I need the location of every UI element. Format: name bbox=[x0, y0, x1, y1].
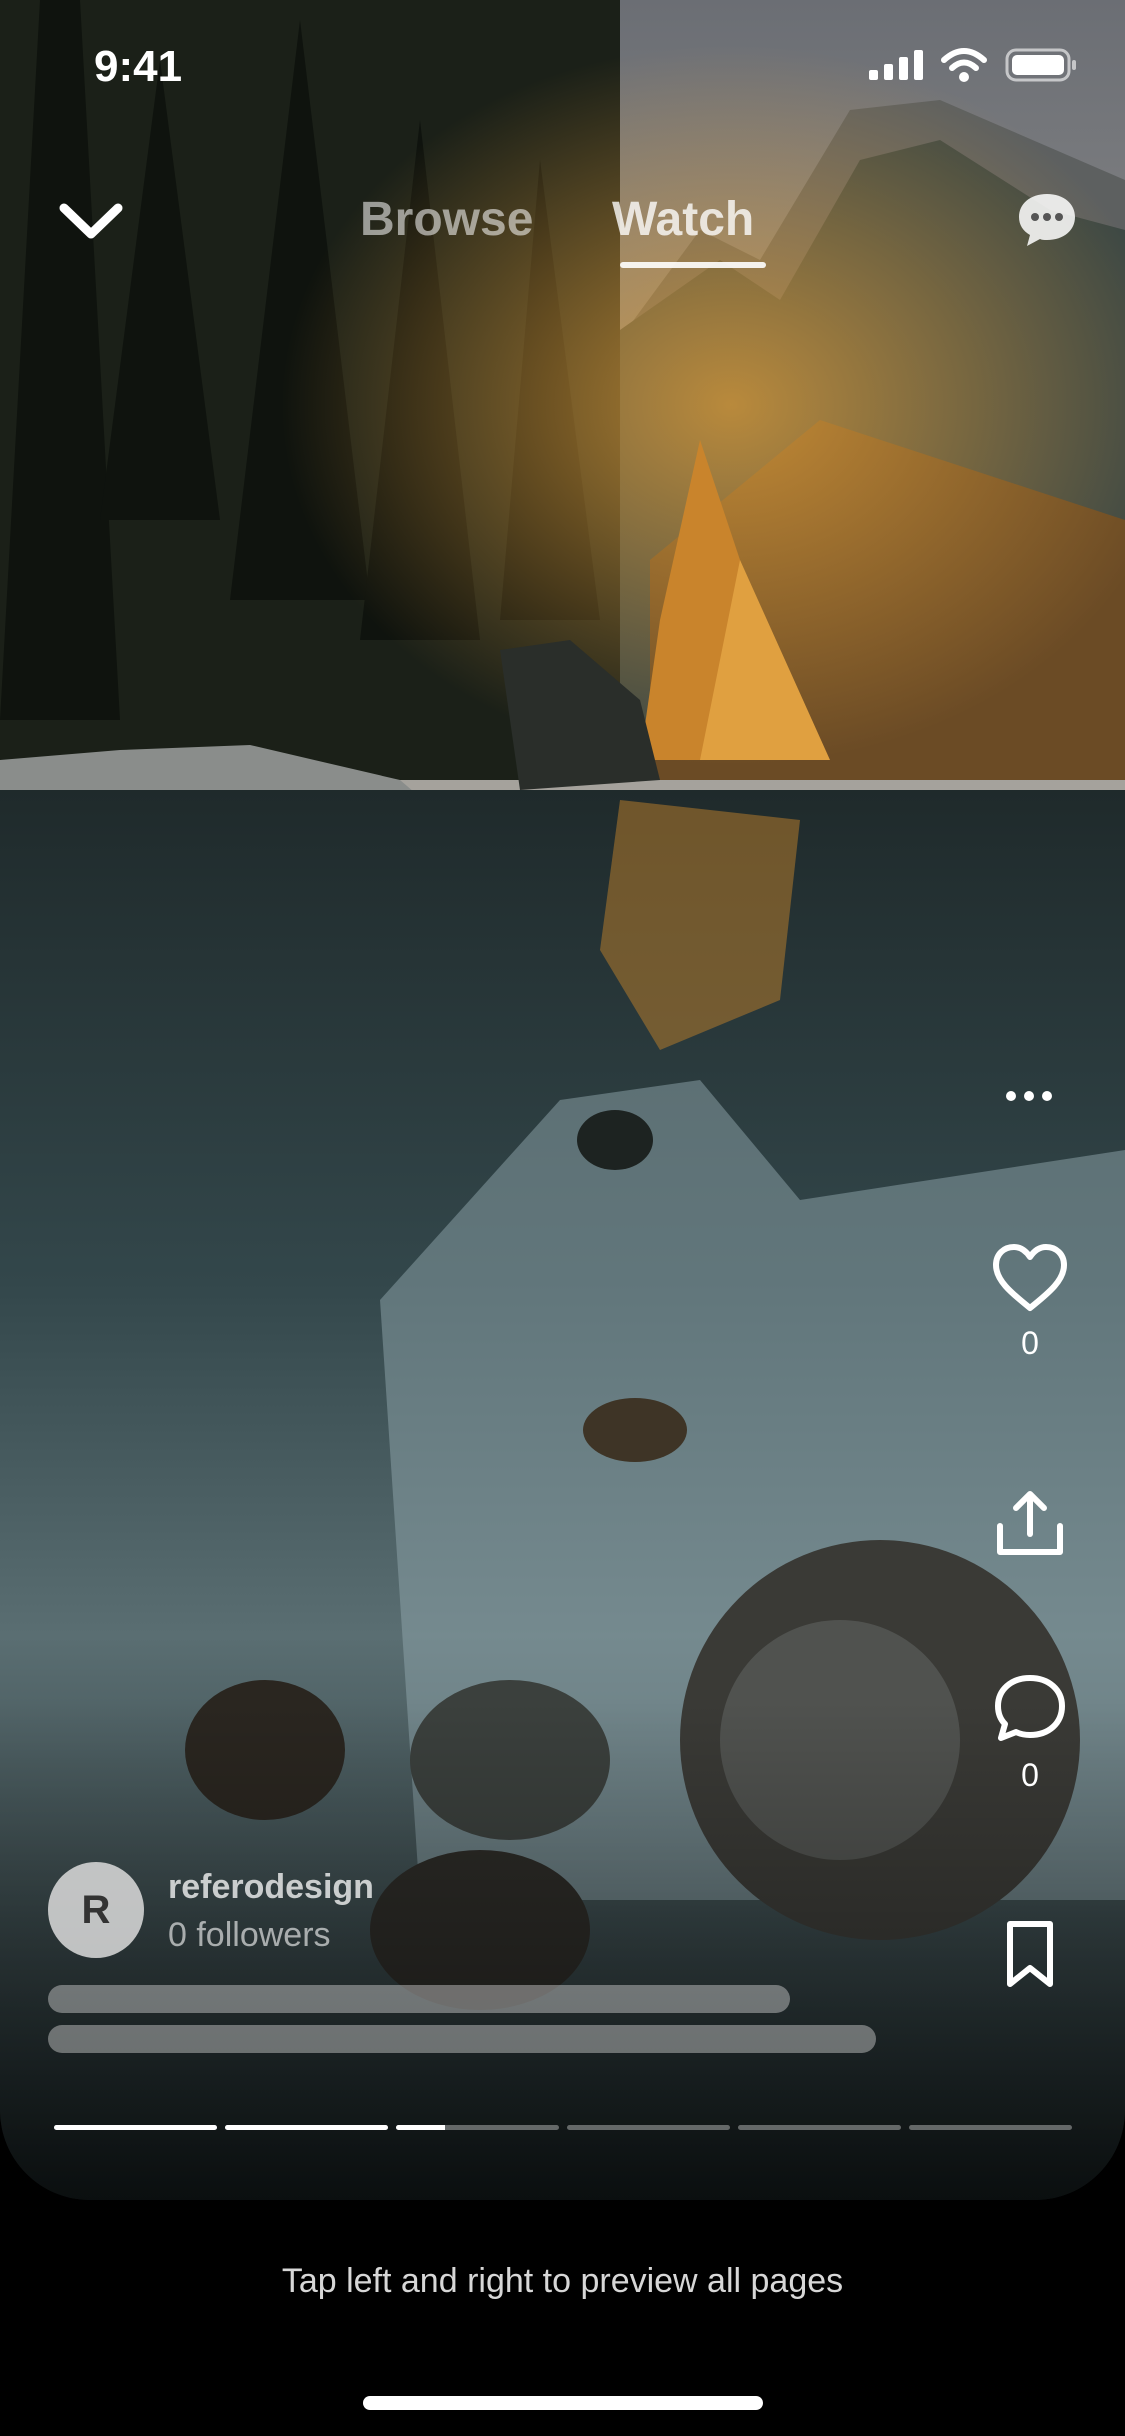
battery-icon bbox=[1005, 48, 1076, 82]
progress-segment-fill bbox=[396, 2125, 445, 2130]
bookmark-icon[interactable] bbox=[990, 1920, 1070, 1988]
page-progress bbox=[54, 2125, 1072, 2130]
progress-segment bbox=[738, 2125, 901, 2130]
chevron-down-icon[interactable] bbox=[56, 190, 126, 250]
home-indicator[interactable] bbox=[363, 2396, 763, 2410]
signal-icon bbox=[869, 50, 923, 80]
caption-placeholder-line bbox=[48, 1985, 790, 2013]
like-action[interactable]: 0 bbox=[990, 1242, 1070, 1362]
share-icon[interactable] bbox=[990, 1488, 1070, 1560]
progress-segment bbox=[225, 2125, 388, 2130]
author-followers: 0 followers bbox=[168, 1916, 331, 1954]
progress-segment bbox=[567, 2125, 730, 2130]
preview-hint: Tap left and right to preview all pages bbox=[281, 2262, 844, 2300]
screen: 9:41 Browse Watch 0 0 R referodesign 0 f… bbox=[0, 0, 1125, 2436]
comment-count: 0 bbox=[1021, 1757, 1039, 1793]
progress-segment bbox=[909, 2125, 1072, 2130]
progress-segment bbox=[396, 2125, 559, 2130]
wifi-icon bbox=[941, 48, 987, 82]
active-tab-indicator bbox=[620, 262, 766, 268]
like-count: 0 bbox=[1021, 1325, 1039, 1361]
heart-icon[interactable] bbox=[990, 1242, 1070, 1314]
progress-segment-fill bbox=[54, 2125, 217, 2130]
more-icon[interactable] bbox=[1003, 1086, 1055, 1106]
status-time: 9:41 bbox=[94, 42, 183, 91]
tab-watch[interactable]: Watch bbox=[612, 192, 754, 247]
tab-browse[interactable]: Browse bbox=[360, 192, 533, 247]
author-name[interactable]: referodesign bbox=[168, 1868, 374, 1907]
preview-card[interactable]: 9:41 Browse Watch 0 0 R referodesign 0 f… bbox=[0, 0, 1125, 2200]
share-action[interactable] bbox=[990, 1488, 1070, 1565]
caption-placeholder-line bbox=[48, 2025, 876, 2053]
message-icon[interactable] bbox=[1015, 188, 1079, 252]
status-icons bbox=[869, 48, 1077, 82]
avatar[interactable]: R bbox=[48, 1862, 144, 1958]
progress-segment bbox=[54, 2125, 217, 2130]
save-action[interactable] bbox=[990, 1920, 1070, 1993]
comment-action[interactable]: 0 bbox=[990, 1672, 1070, 1794]
progress-segment-fill bbox=[225, 2125, 388, 2130]
comment-icon[interactable] bbox=[990, 1672, 1070, 1746]
